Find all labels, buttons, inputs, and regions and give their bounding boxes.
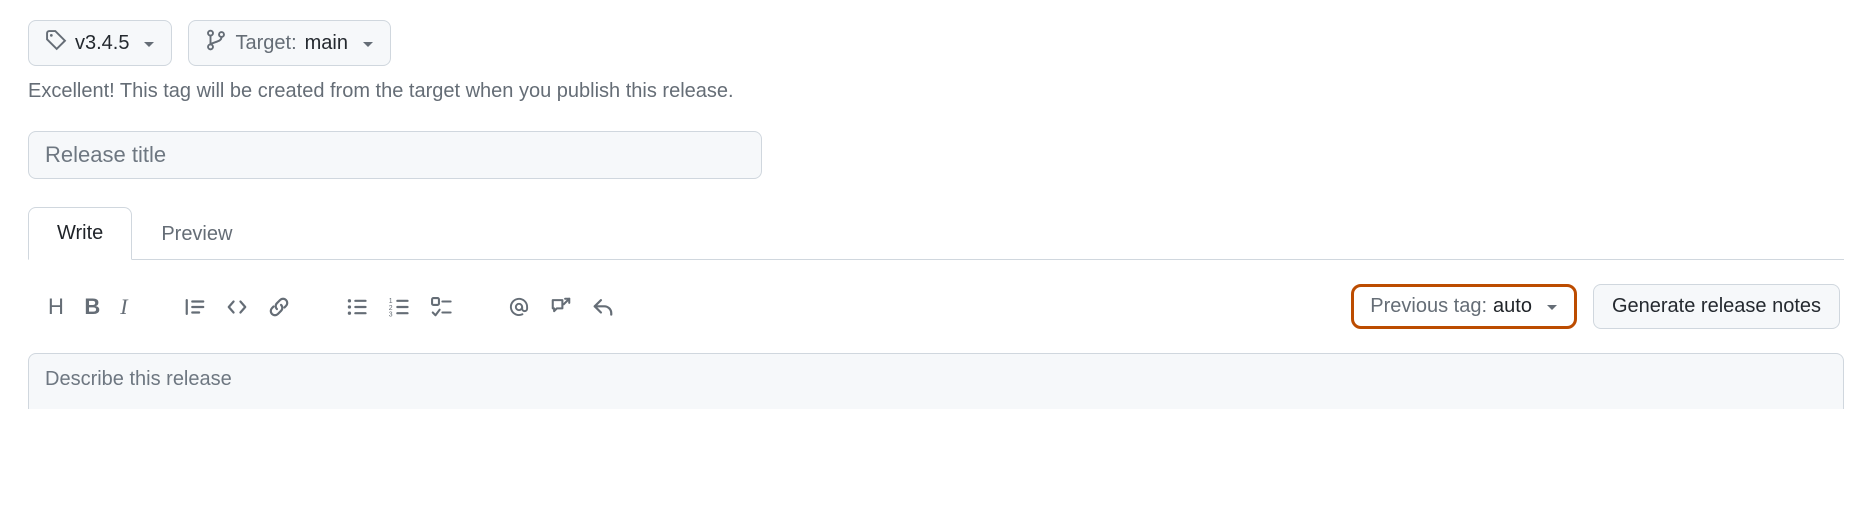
- release-title-input[interactable]: [28, 131, 762, 179]
- tab-write[interactable]: Write: [28, 207, 132, 260]
- link-icon: [268, 296, 290, 318]
- quote-button[interactable]: [184, 296, 206, 318]
- reply-icon: [592, 296, 614, 318]
- cross-reference-button[interactable]: [550, 296, 572, 318]
- toolbar-left: H B I: [48, 294, 614, 320]
- caret-down-icon: [362, 31, 374, 55]
- unordered-list-button[interactable]: [346, 296, 368, 318]
- previous-tag-button[interactable]: Previous tag: auto: [1351, 284, 1577, 329]
- code-icon: [226, 296, 248, 318]
- bold-icon: B: [84, 294, 100, 320]
- editor-section: Write Preview H B I: [28, 207, 1844, 415]
- selector-row: v3.4.5 Target: main: [28, 20, 1844, 66]
- heading-icon: H: [48, 294, 64, 320]
- link-button[interactable]: [268, 296, 290, 318]
- previous-tag-label: Previous tag:: [1370, 295, 1487, 318]
- target-selector-button[interactable]: Target: main: [188, 20, 391, 66]
- tasklist-icon: [430, 296, 452, 318]
- svg-text:3: 3: [388, 311, 392, 317]
- tabnav: Write Preview: [28, 207, 1844, 260]
- caret-down-icon: [143, 31, 155, 55]
- cross-reference-icon: [550, 296, 572, 318]
- task-list-button[interactable]: [430, 296, 452, 318]
- tag-selector-label: v3.4.5: [75, 31, 129, 55]
- list-unordered-icon: [346, 296, 368, 318]
- previous-tag-value: auto: [1493, 295, 1532, 318]
- caret-down-icon: [1546, 295, 1558, 318]
- git-branch-icon: [205, 29, 227, 57]
- ordered-list-button[interactable]: 1 2 3: [388, 296, 410, 318]
- mention-icon: [508, 296, 530, 318]
- tag-hint-text: Excellent! This tag will be created from…: [28, 80, 1844, 103]
- tab-preview[interactable]: Preview: [132, 208, 261, 260]
- italic-button[interactable]: I: [120, 294, 127, 320]
- heading-button[interactable]: H: [48, 294, 64, 320]
- reply-button[interactable]: [592, 296, 614, 318]
- target-prefix-label: Target:: [235, 31, 296, 55]
- target-value-label: main: [305, 31, 348, 55]
- bold-button[interactable]: B: [84, 294, 100, 320]
- quote-icon: [184, 296, 206, 318]
- tag-selector-button[interactable]: v3.4.5: [28, 20, 172, 66]
- toolbar-row: H B I: [28, 284, 1844, 329]
- mention-button[interactable]: [508, 296, 530, 318]
- generate-release-notes-button[interactable]: Generate release notes: [1593, 284, 1840, 329]
- italic-icon: I: [120, 294, 127, 320]
- code-button[interactable]: [226, 296, 248, 318]
- list-ordered-icon: 1 2 3: [388, 296, 410, 318]
- tag-icon: [45, 29, 67, 57]
- toolbar-right: Previous tag: auto Generate release note…: [1351, 284, 1840, 329]
- release-body-textarea[interactable]: [28, 353, 1844, 409]
